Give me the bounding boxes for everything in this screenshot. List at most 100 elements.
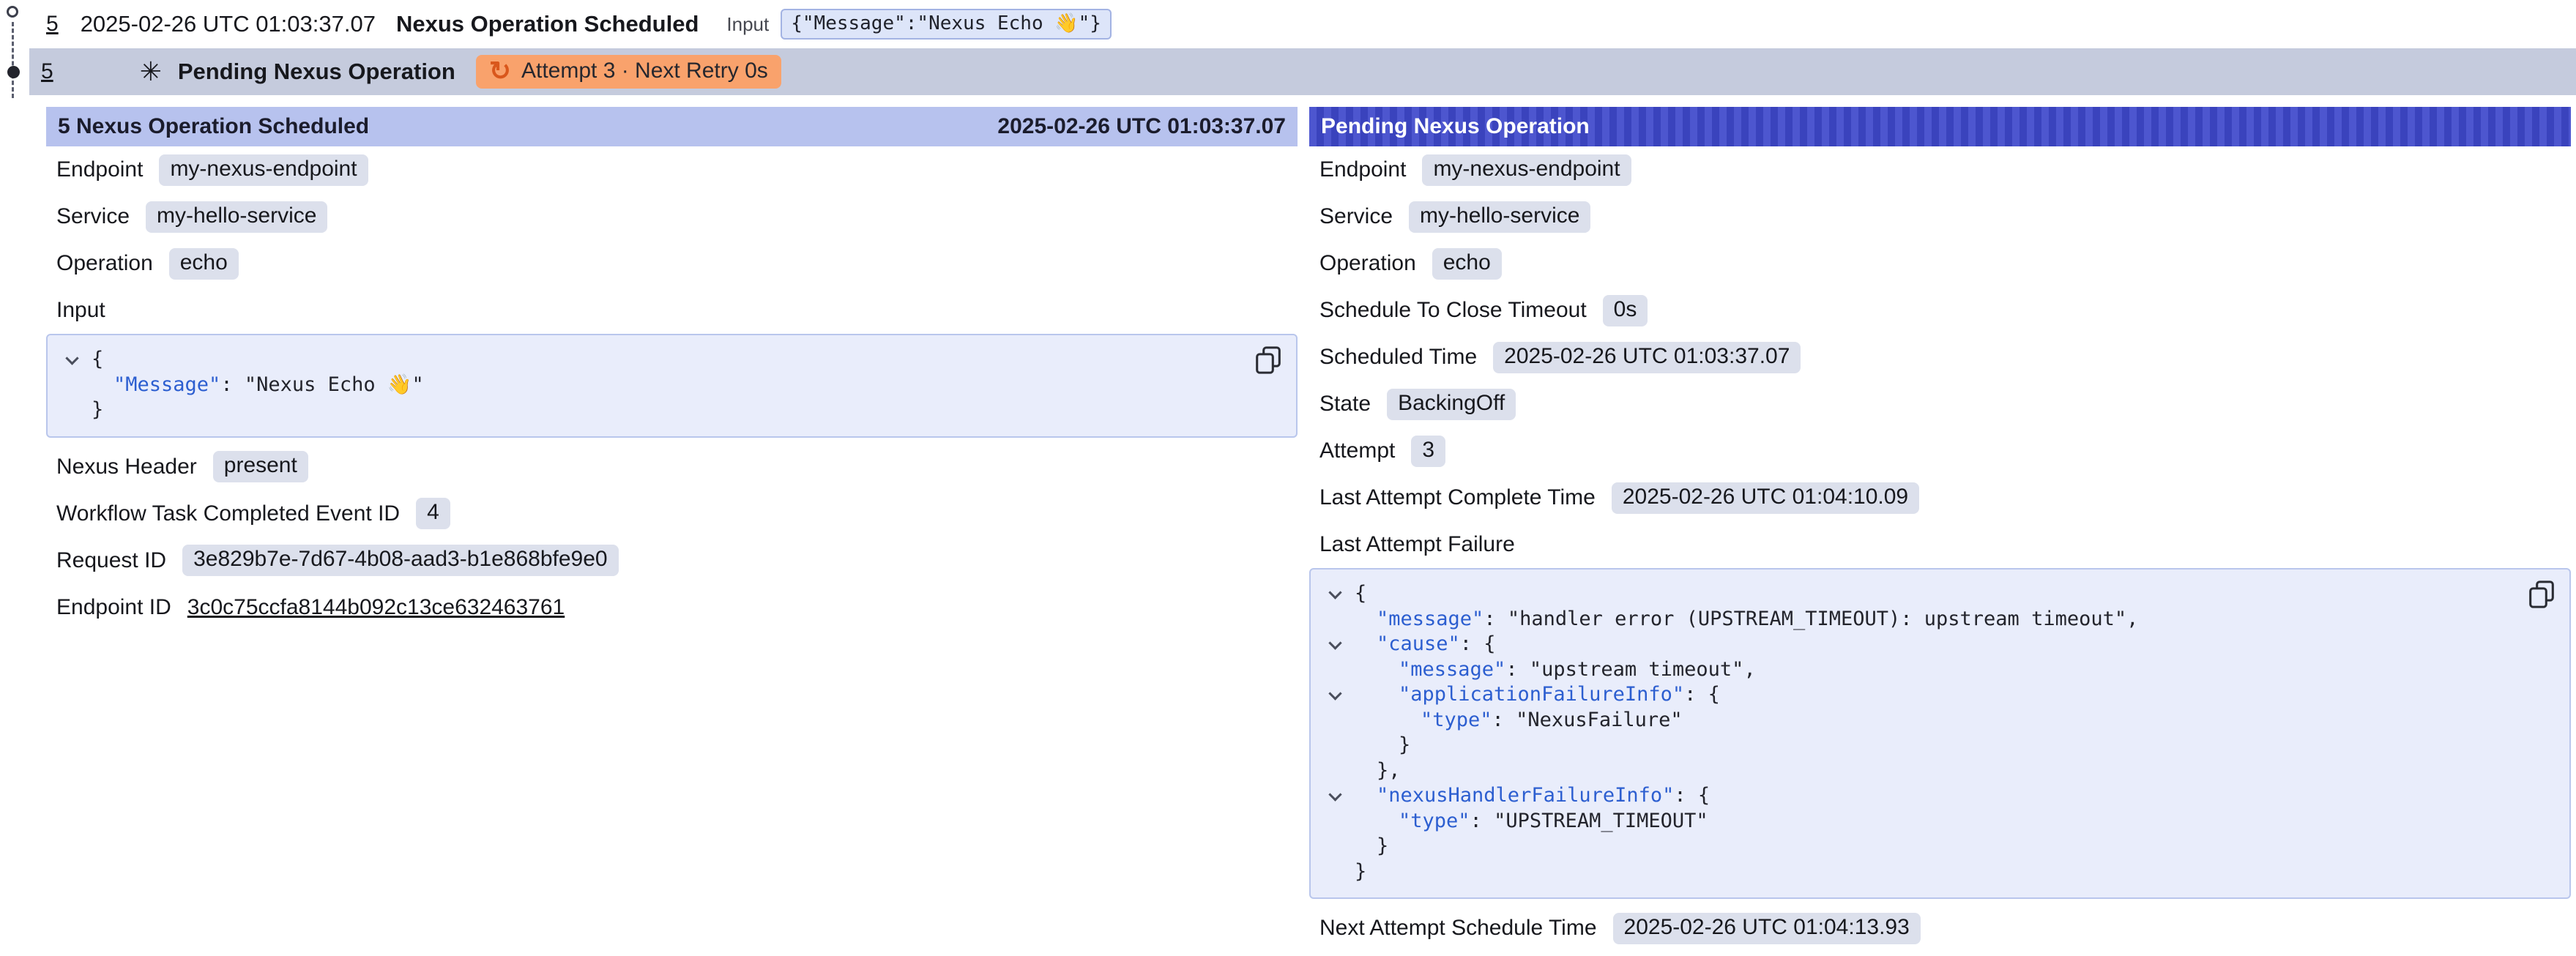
field-row: Request ID 3e829b7e-7d67-4b08-aad3-b1e868…: [46, 537, 1298, 584]
field-value-badge: 0s: [1603, 295, 1648, 326]
event-row-pending[interactable]: 5 ✳ Pending Nexus Operation ↻ Attempt 3 …: [29, 48, 2576, 95]
event-input-label: Input: [726, 13, 769, 36]
timeline-dot-icon: [7, 66, 20, 78]
field-label: Endpoint: [56, 157, 143, 182]
field-row: Schedule To Close Timeout 0s: [1309, 287, 2571, 334]
field-row: Last Attempt Complete Time 2025-02-26 UTC…: [1309, 474, 2571, 521]
code-line: },: [1311, 758, 2569, 784]
field-label: Schedule To Close Timeout: [1319, 298, 1587, 323]
field-value-badge: 3e829b7e-7d67-4b08-aad3-b1e868bfe9e0: [182, 545, 619, 576]
field-label: Last Attempt Complete Time: [1319, 485, 1596, 510]
event-title: Nexus Operation Scheduled: [396, 11, 699, 37]
field-label: Operation: [1319, 251, 1416, 276]
field-row: Scheduled Time 2025-02-26 UTC 01:03:37.07: [1309, 334, 2571, 381]
field-label: State: [1319, 392, 1371, 417]
collapse-chevron-icon[interactable]: [1328, 790, 1341, 803]
field-row: Nexus Header present: [46, 444, 1298, 490]
field-value-badge: my-hello-service: [146, 201, 327, 233]
code-line: {: [48, 347, 1296, 373]
code-line: "type": "NexusFailure": [1311, 708, 2569, 733]
input-code-block: {"Message": "Nexus Echo 👋"}: [46, 334, 1298, 438]
field-row: Operation echo: [1309, 240, 2571, 287]
pending-operation-panel: Pending Nexus Operation Endpoint my-nexus…: [1309, 107, 2571, 956]
field-value-badge: 3: [1411, 436, 1445, 467]
failure-code-block: {"message": "handler error (UPSTREAM_TIM…: [1309, 568, 2571, 899]
input-section-row: Input: [46, 287, 1298, 334]
scheduled-panel-header: 5 Nexus Operation Scheduled 2025-02-26 U…: [46, 107, 1298, 146]
event-id-link[interactable]: 5: [46, 12, 59, 37]
scheduled-event-panel: 5 Nexus Operation Scheduled 2025-02-26 U…: [46, 107, 1298, 956]
field-row: Workflow Task Completed Event ID4: [46, 490, 1298, 537]
input-section-label: Input: [56, 298, 105, 323]
field-row: Service my-hello-service: [1309, 193, 2571, 240]
field-value-badge: 2025-02-26 UTC 01:04:13.93: [1613, 913, 1921, 944]
field-label: Nexus Header: [56, 455, 197, 479]
scheduled-panel-body: Endpoint my-nexus-endpoint Service my-hello…: [46, 146, 1298, 956]
field-label: Endpoint ID: [56, 595, 171, 620]
field-value-badge: my-nexus-endpoint: [159, 154, 368, 186]
field-value-badge: echo: [1432, 248, 1502, 280]
pending-fields-after: Next Attempt Schedule Time 2025-02-26 UTC…: [1309, 905, 2571, 952]
pending-spinner-icon: ✳: [140, 56, 162, 87]
field-label: Workflow Task Completed Event ID: [56, 501, 400, 526]
code-line: "message": "upstream timeout",: [1311, 657, 2569, 683]
field-value-badge: present: [213, 451, 308, 482]
field-label: Attempt: [1319, 438, 1395, 463]
field-label: Operation: [56, 251, 153, 276]
field-label: Request ID: [56, 548, 166, 573]
event-timestamp: 2025-02-26 UTC 01:03:37.07: [81, 11, 376, 37]
timeline-connector-line: [12, 22, 14, 98]
scheduled-panel-title: 5 Nexus Operation Scheduled: [58, 114, 369, 139]
field-row: Next Attempt Schedule Time 2025-02-26 UTC…: [1309, 905, 2571, 952]
field-row: Service my-hello-service: [46, 193, 1298, 240]
field-value-badge: my-nexus-endpoint: [1422, 154, 1631, 186]
attempt-retry-badge: ↻ Attempt 3 · Next Retry 0s: [476, 55, 781, 89]
failure-section-row: Last Attempt Failure: [1309, 521, 2571, 568]
pending-event-title: Pending Nexus Operation: [178, 59, 455, 85]
field-value-badge: 2025-02-26 UTC 01:04:10.09: [1612, 482, 1919, 514]
copy-icon[interactable]: [2528, 580, 2555, 609]
copy-icon[interactable]: [1255, 346, 1281, 375]
field-label: Next Attempt Schedule Time: [1319, 916, 1597, 941]
field-row: Endpoint ID 3c0c75ccfa8144b092c13ce632463…: [46, 584, 1298, 631]
collapse-chevron-icon[interactable]: [1328, 638, 1341, 651]
code-line: "type": "UPSTREAM_TIMEOUT": [1311, 809, 2569, 834]
failure-section-label: Last Attempt Failure: [1319, 532, 1515, 557]
timeline-gutter: [0, 0, 32, 110]
event-input-chip: {"Message":"Nexus Echo 👋"}: [781, 9, 1112, 40]
code-line: }: [1311, 733, 2569, 758]
code-line: "message": "handler error (UPSTREAM_TIME…: [1311, 607, 2569, 632]
field-label: Service: [56, 204, 130, 229]
pending-fields: Endpoint my-nexus-endpoint Service my-hello…: [1309, 146, 2571, 521]
field-row: StateBackingOff: [1309, 381, 2571, 427]
field-value-badge: my-hello-service: [1409, 201, 1590, 233]
code-line: }: [1311, 859, 2569, 885]
failure-code-lines: {"message": "handler error (UPSTREAM_TIM…: [1311, 581, 2569, 884]
field-value-badge: 2025-02-26 UTC 01:03:37.07: [1493, 342, 1801, 373]
field-row: Operation echo: [46, 240, 1298, 287]
event-detail-panels: 5 Nexus Operation Scheduled 2025-02-26 U…: [46, 107, 2571, 956]
field-label: Endpoint: [1319, 157, 1406, 182]
collapse-chevron-icon[interactable]: [65, 354, 78, 367]
timeline-circle-icon: [7, 6, 18, 18]
pending-panel-title: Pending Nexus Operation: [1321, 114, 1590, 139]
event-id-link[interactable]: 5: [41, 59, 53, 84]
code-line: }: [48, 397, 1296, 423]
field-row: Endpoint my-nexus-endpoint: [1309, 146, 2571, 193]
code-line: "Message": "Nexus Echo 👋": [48, 373, 1296, 398]
code-line: }: [1311, 834, 2569, 859]
field-label: Service: [1319, 204, 1393, 229]
scheduled-fields-bottom: Nexus Header present Workflow Task Complet…: [46, 444, 1298, 631]
code-line: "cause": {: [1311, 632, 2569, 657]
pending-panel-header: Pending Nexus Operation: [1309, 107, 2571, 146]
event-row-scheduled[interactable]: 5 2025-02-26 UTC 01:03:37.07 Nexus Opera…: [0, 0, 2576, 48]
scheduled-panel-timestamp: 2025-02-26 UTC 01:03:37.07: [997, 114, 1286, 139]
field-value-badge: echo: [169, 248, 239, 280]
field-label: Scheduled Time: [1319, 345, 1477, 370]
field-value-link[interactable]: 3c0c75ccfa8144b092c13ce632463761: [187, 595, 565, 620]
collapse-chevron-icon[interactable]: [1328, 689, 1341, 702]
attempt-badge-label: Attempt 3 · Next Retry 0s: [521, 59, 768, 83]
code-line: "nexusHandlerFailureInfo": {: [1311, 783, 2569, 809]
collapse-chevron-icon[interactable]: [1328, 588, 1341, 601]
pending-panel-body: Endpoint my-nexus-endpoint Service my-hello…: [1309, 146, 2571, 956]
